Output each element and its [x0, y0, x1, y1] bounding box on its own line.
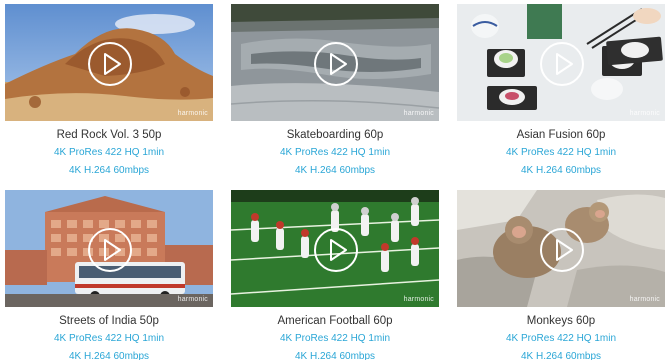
video-thumbnail-streets-of-india[interactable]: harmonic: [5, 190, 213, 307]
harmonic-watermark: harmonic: [177, 296, 208, 303]
h264-download-link[interactable]: 4K H.264 60mbps: [457, 350, 665, 360]
video-thumbnail-red-rock[interactable]: harmonic: [5, 4, 213, 121]
play-icon[interactable]: [88, 41, 132, 86]
video-thumbnail-monkeys[interactable]: harmonic: [457, 190, 665, 307]
video-card-monkeys: harmonic Monkeys 60p 4K ProRes 422 HQ 1m…: [457, 190, 665, 360]
video-card-red-rock: harmonic Red Rock Vol. 3 50p 4K ProRes 4…: [5, 4, 213, 177]
video-title: Red Rock Vol. 3 50p: [56, 129, 162, 141]
play-icon[interactable]: [540, 41, 584, 86]
video-card-asian-fusion: harmonic Asian Fusion 60p 4K ProRes 422 …: [457, 4, 665, 177]
harmonic-watermark: harmonic: [177, 110, 208, 117]
video-card-american-football: harmonic American Football 60p 4K ProRes…: [231, 190, 439, 360]
prores-download-link[interactable]: 4K ProRes 422 HQ 1min: [5, 332, 213, 345]
h264-download-link[interactable]: 4K H.264 60mbps: [231, 350, 439, 360]
prores-download-link[interactable]: 4K ProRes 422 HQ 1min: [231, 146, 439, 159]
harmonic-watermark: harmonic: [403, 110, 434, 117]
h264-download-link[interactable]: 4K H.264 60mbps: [5, 350, 213, 360]
video-grid: harmonic Red Rock Vol. 3 50p 4K ProRes 4…: [0, 0, 670, 360]
video-card-skateboarding: harmonic Skateboarding 60p 4K ProRes 422…: [231, 4, 439, 177]
play-icon[interactable]: [88, 227, 132, 272]
prores-download-link[interactable]: 4K ProRes 422 HQ 1min: [5, 146, 213, 159]
play-icon[interactable]: [540, 227, 584, 272]
video-title: Skateboarding 60p: [286, 129, 384, 141]
video-title: Asian Fusion 60p: [516, 129, 606, 141]
harmonic-watermark: harmonic: [403, 296, 434, 303]
h264-download-link[interactable]: 4K H.264 60mbps: [457, 164, 665, 177]
video-thumbnail-american-football[interactable]: harmonic: [231, 190, 439, 307]
video-title: American Football 60p: [277, 315, 393, 327]
video-thumbnail-asian-fusion[interactable]: harmonic: [457, 4, 665, 121]
video-title: Streets of India 50p: [59, 315, 159, 327]
video-title: Monkeys 60p: [526, 315, 596, 327]
prores-download-link[interactable]: 4K ProRes 422 HQ 1min: [457, 332, 665, 345]
harmonic-watermark: harmonic: [629, 110, 660, 117]
h264-download-link[interactable]: 4K H.264 60mbps: [231, 164, 439, 177]
video-card-streets-of-india: harmonic Streets of India 50p 4K ProRes …: [5, 190, 213, 360]
prores-download-link[interactable]: 4K ProRes 422 HQ 1min: [457, 146, 665, 159]
harmonic-watermark: harmonic: [629, 296, 660, 303]
h264-download-link[interactable]: 4K H.264 60mbps: [5, 164, 213, 177]
play-icon[interactable]: [314, 227, 358, 272]
play-icon[interactable]: [314, 41, 358, 86]
video-thumbnail-skateboarding[interactable]: harmonic: [231, 4, 439, 121]
prores-download-link[interactable]: 4K ProRes 422 HQ 1min: [231, 332, 439, 345]
